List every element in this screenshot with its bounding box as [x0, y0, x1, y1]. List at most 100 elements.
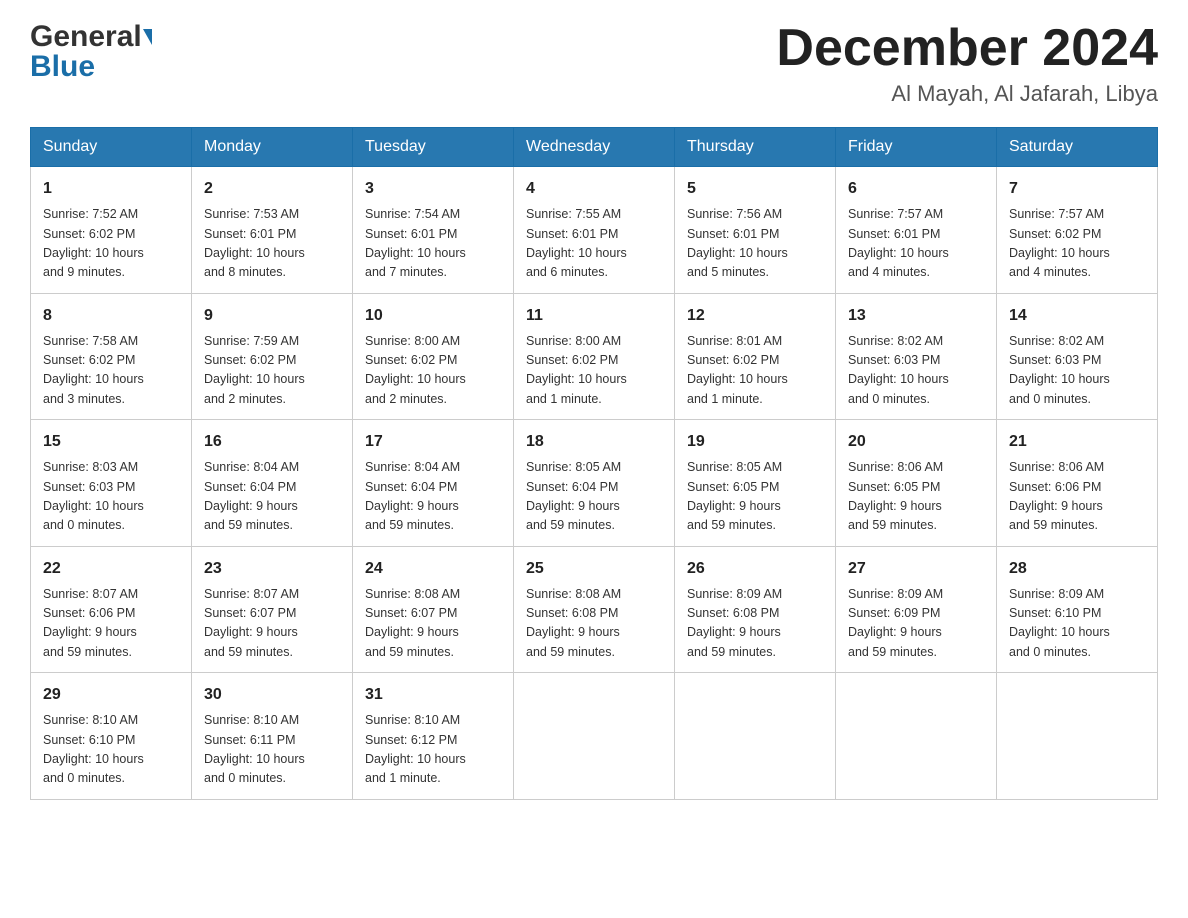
- day-number: 7: [1009, 177, 1145, 201]
- day-info: Sunrise: 7:59 AMSunset: 6:02 PMDaylight:…: [204, 332, 340, 410]
- day-info: Sunrise: 7:54 AMSunset: 6:01 PMDaylight:…: [365, 205, 501, 283]
- day-info: Sunrise: 8:03 AMSunset: 6:03 PMDaylight:…: [43, 458, 179, 536]
- location-title: Al Mayah, Al Jafarah, Libya: [776, 81, 1158, 107]
- calendar-cell: [997, 673, 1158, 800]
- day-number: 14: [1009, 304, 1145, 328]
- page-header: General Blue December 2024 Al Mayah, Al …: [30, 20, 1158, 107]
- day-info: Sunrise: 7:52 AMSunset: 6:02 PMDaylight:…: [43, 205, 179, 283]
- day-number: 24: [365, 557, 501, 581]
- day-info: Sunrise: 8:09 AMSunset: 6:10 PMDaylight:…: [1009, 585, 1145, 663]
- day-number: 23: [204, 557, 340, 581]
- day-number: 31: [365, 683, 501, 707]
- day-info: Sunrise: 8:04 AMSunset: 6:04 PMDaylight:…: [365, 458, 501, 536]
- day-number: 2: [204, 177, 340, 201]
- day-info: Sunrise: 7:55 AMSunset: 6:01 PMDaylight:…: [526, 205, 662, 283]
- day-number: 8: [43, 304, 179, 328]
- day-info: Sunrise: 8:07 AMSunset: 6:07 PMDaylight:…: [204, 585, 340, 663]
- weekday-header-wednesday: Wednesday: [514, 128, 675, 167]
- day-number: 10: [365, 304, 501, 328]
- day-number: 13: [848, 304, 984, 328]
- day-number: 17: [365, 430, 501, 454]
- calendar-cell: 26 Sunrise: 8:09 AMSunset: 6:08 PMDayligh…: [675, 546, 836, 673]
- calendar-cell: 7Sunrise: 7:57 AMSunset: 6:02 PMDaylight…: [997, 167, 1158, 294]
- calendar-cell: 21Sunrise: 8:06 AMSunset: 6:06 PMDayligh…: [997, 420, 1158, 547]
- day-info: Sunrise: 7:58 AMSunset: 6:02 PMDaylight:…: [43, 332, 179, 410]
- day-number: 19: [687, 430, 823, 454]
- calendar-cell: [836, 673, 997, 800]
- calendar-cell: [675, 673, 836, 800]
- weekday-header-sunday: Sunday: [31, 128, 192, 167]
- calendar-cell: 30 Sunrise: 8:10 AMSunset: 6:11 PMDayligh…: [192, 673, 353, 800]
- day-number: 29: [43, 683, 179, 707]
- calendar-cell: 18 Sunrise: 8:05 AMSunset: 6:04 PMDayligh…: [514, 420, 675, 547]
- day-number: 27: [848, 557, 984, 581]
- weekday-header-row: SundayMondayTuesdayWednesdayThursdayFrid…: [31, 128, 1158, 167]
- day-info: Sunrise: 8:06 AMSunset: 6:06 PMDaylight:…: [1009, 458, 1145, 536]
- logo: General Blue: [30, 20, 152, 84]
- day-info: Sunrise: 7:53 AMSunset: 6:01 PMDaylight:…: [204, 205, 340, 283]
- calendar-cell: 25 Sunrise: 8:08 AMSunset: 6:08 PMDayligh…: [514, 546, 675, 673]
- calendar-cell: 13 Sunrise: 8:02 AMSunset: 6:03 PMDayligh…: [836, 293, 997, 420]
- day-number: 30: [204, 683, 340, 707]
- calendar-cell: 12 Sunrise: 8:01 AMSunset: 6:02 PMDayligh…: [675, 293, 836, 420]
- calendar-cell: 22 Sunrise: 8:07 AMSunset: 6:06 PMDayligh…: [31, 546, 192, 673]
- day-info: Sunrise: 8:02 AMSunset: 6:03 PMDaylight:…: [1009, 332, 1145, 410]
- weekday-header-saturday: Saturday: [997, 128, 1158, 167]
- day-number: 3: [365, 177, 501, 201]
- calendar-cell: 14 Sunrise: 8:02 AMSunset: 6:03 PMDayligh…: [997, 293, 1158, 420]
- calendar-week-row: 1Sunrise: 7:52 AMSunset: 6:02 PMDaylight…: [31, 167, 1158, 294]
- calendar-cell: 28 Sunrise: 8:09 AMSunset: 6:10 PMDayligh…: [997, 546, 1158, 673]
- day-info: Sunrise: 8:05 AMSunset: 6:04 PMDaylight:…: [526, 458, 662, 536]
- day-number: 4: [526, 177, 662, 201]
- day-number: 26: [687, 557, 823, 581]
- day-number: 6: [848, 177, 984, 201]
- calendar-table: SundayMondayTuesdayWednesdayThursdayFrid…: [30, 127, 1158, 800]
- calendar-cell: 5Sunrise: 7:56 AMSunset: 6:01 PMDaylight…: [675, 167, 836, 294]
- day-info: Sunrise: 8:10 AMSunset: 6:10 PMDaylight:…: [43, 711, 179, 789]
- day-number: 15: [43, 430, 179, 454]
- day-number: 16: [204, 430, 340, 454]
- day-info: Sunrise: 8:01 AMSunset: 6:02 PMDaylight:…: [687, 332, 823, 410]
- calendar-cell: 23 Sunrise: 8:07 AMSunset: 6:07 PMDayligh…: [192, 546, 353, 673]
- day-info: Sunrise: 8:04 AMSunset: 6:04 PMDaylight:…: [204, 458, 340, 536]
- calendar-cell: 1Sunrise: 7:52 AMSunset: 6:02 PMDaylight…: [31, 167, 192, 294]
- calendar-cell: 15 Sunrise: 8:03 AMSunset: 6:03 PMDayligh…: [31, 420, 192, 547]
- logo-blue-text: Blue: [30, 50, 152, 84]
- calendar-cell: 19 Sunrise: 8:05 AMSunset: 6:05 PMDayligh…: [675, 420, 836, 547]
- day-number: 12: [687, 304, 823, 328]
- day-info: Sunrise: 8:08 AMSunset: 6:08 PMDaylight:…: [526, 585, 662, 663]
- title-block: December 2024 Al Mayah, Al Jafarah, Liby…: [776, 20, 1158, 107]
- calendar-cell: 9Sunrise: 7:59 AMSunset: 6:02 PMDaylight…: [192, 293, 353, 420]
- day-number: 20: [848, 430, 984, 454]
- calendar-cell: 16 Sunrise: 8:04 AMSunset: 6:04 PMDayligh…: [192, 420, 353, 547]
- calendar-cell: 17 Sunrise: 8:04 AMSunset: 6:04 PMDayligh…: [353, 420, 514, 547]
- day-number: 25: [526, 557, 662, 581]
- day-info: Sunrise: 8:07 AMSunset: 6:06 PMDaylight:…: [43, 585, 179, 663]
- day-info: Sunrise: 8:09 AMSunset: 6:08 PMDaylight:…: [687, 585, 823, 663]
- weekday-header-tuesday: Tuesday: [353, 128, 514, 167]
- calendar-week-row: 22 Sunrise: 8:07 AMSunset: 6:06 PMDayligh…: [31, 546, 1158, 673]
- day-info: Sunrise: 8:05 AMSunset: 6:05 PMDaylight:…: [687, 458, 823, 536]
- calendar-cell: 2 Sunrise: 7:53 AMSunset: 6:01 PMDaylight…: [192, 167, 353, 294]
- day-number: 5: [687, 177, 823, 201]
- calendar-cell: 29 Sunrise: 8:10 AMSunset: 6:10 PMDayligh…: [31, 673, 192, 800]
- day-number: 22: [43, 557, 179, 581]
- day-info: Sunrise: 8:02 AMSunset: 6:03 PMDaylight:…: [848, 332, 984, 410]
- calendar-cell: 20 Sunrise: 8:06 AMSunset: 6:05 PMDayligh…: [836, 420, 997, 547]
- day-info: Sunrise: 8:06 AMSunset: 6:05 PMDaylight:…: [848, 458, 984, 536]
- calendar-cell: [514, 673, 675, 800]
- calendar-week-row: 8 Sunrise: 7:58 AMSunset: 6:02 PMDaylight…: [31, 293, 1158, 420]
- calendar-cell: 11Sunrise: 8:00 AMSunset: 6:02 PMDayligh…: [514, 293, 675, 420]
- calendar-cell: 31 Sunrise: 8:10 AMSunset: 6:12 PMDayligh…: [353, 673, 514, 800]
- weekday-header-thursday: Thursday: [675, 128, 836, 167]
- calendar-cell: 4 Sunrise: 7:55 AMSunset: 6:01 PMDaylight…: [514, 167, 675, 294]
- logo-general-text: General: [30, 20, 142, 54]
- logo-line1: General: [30, 20, 152, 54]
- day-info: Sunrise: 7:57 AMSunset: 6:01 PMDaylight:…: [848, 205, 984, 283]
- day-info: Sunrise: 8:10 AMSunset: 6:11 PMDaylight:…: [204, 711, 340, 789]
- calendar-cell: 3 Sunrise: 7:54 AMSunset: 6:01 PMDaylight…: [353, 167, 514, 294]
- day-number: 28: [1009, 557, 1145, 581]
- day-number: 18: [526, 430, 662, 454]
- calendar-cell: 6 Sunrise: 7:57 AMSunset: 6:01 PMDaylight…: [836, 167, 997, 294]
- day-info: Sunrise: 8:10 AMSunset: 6:12 PMDaylight:…: [365, 711, 501, 789]
